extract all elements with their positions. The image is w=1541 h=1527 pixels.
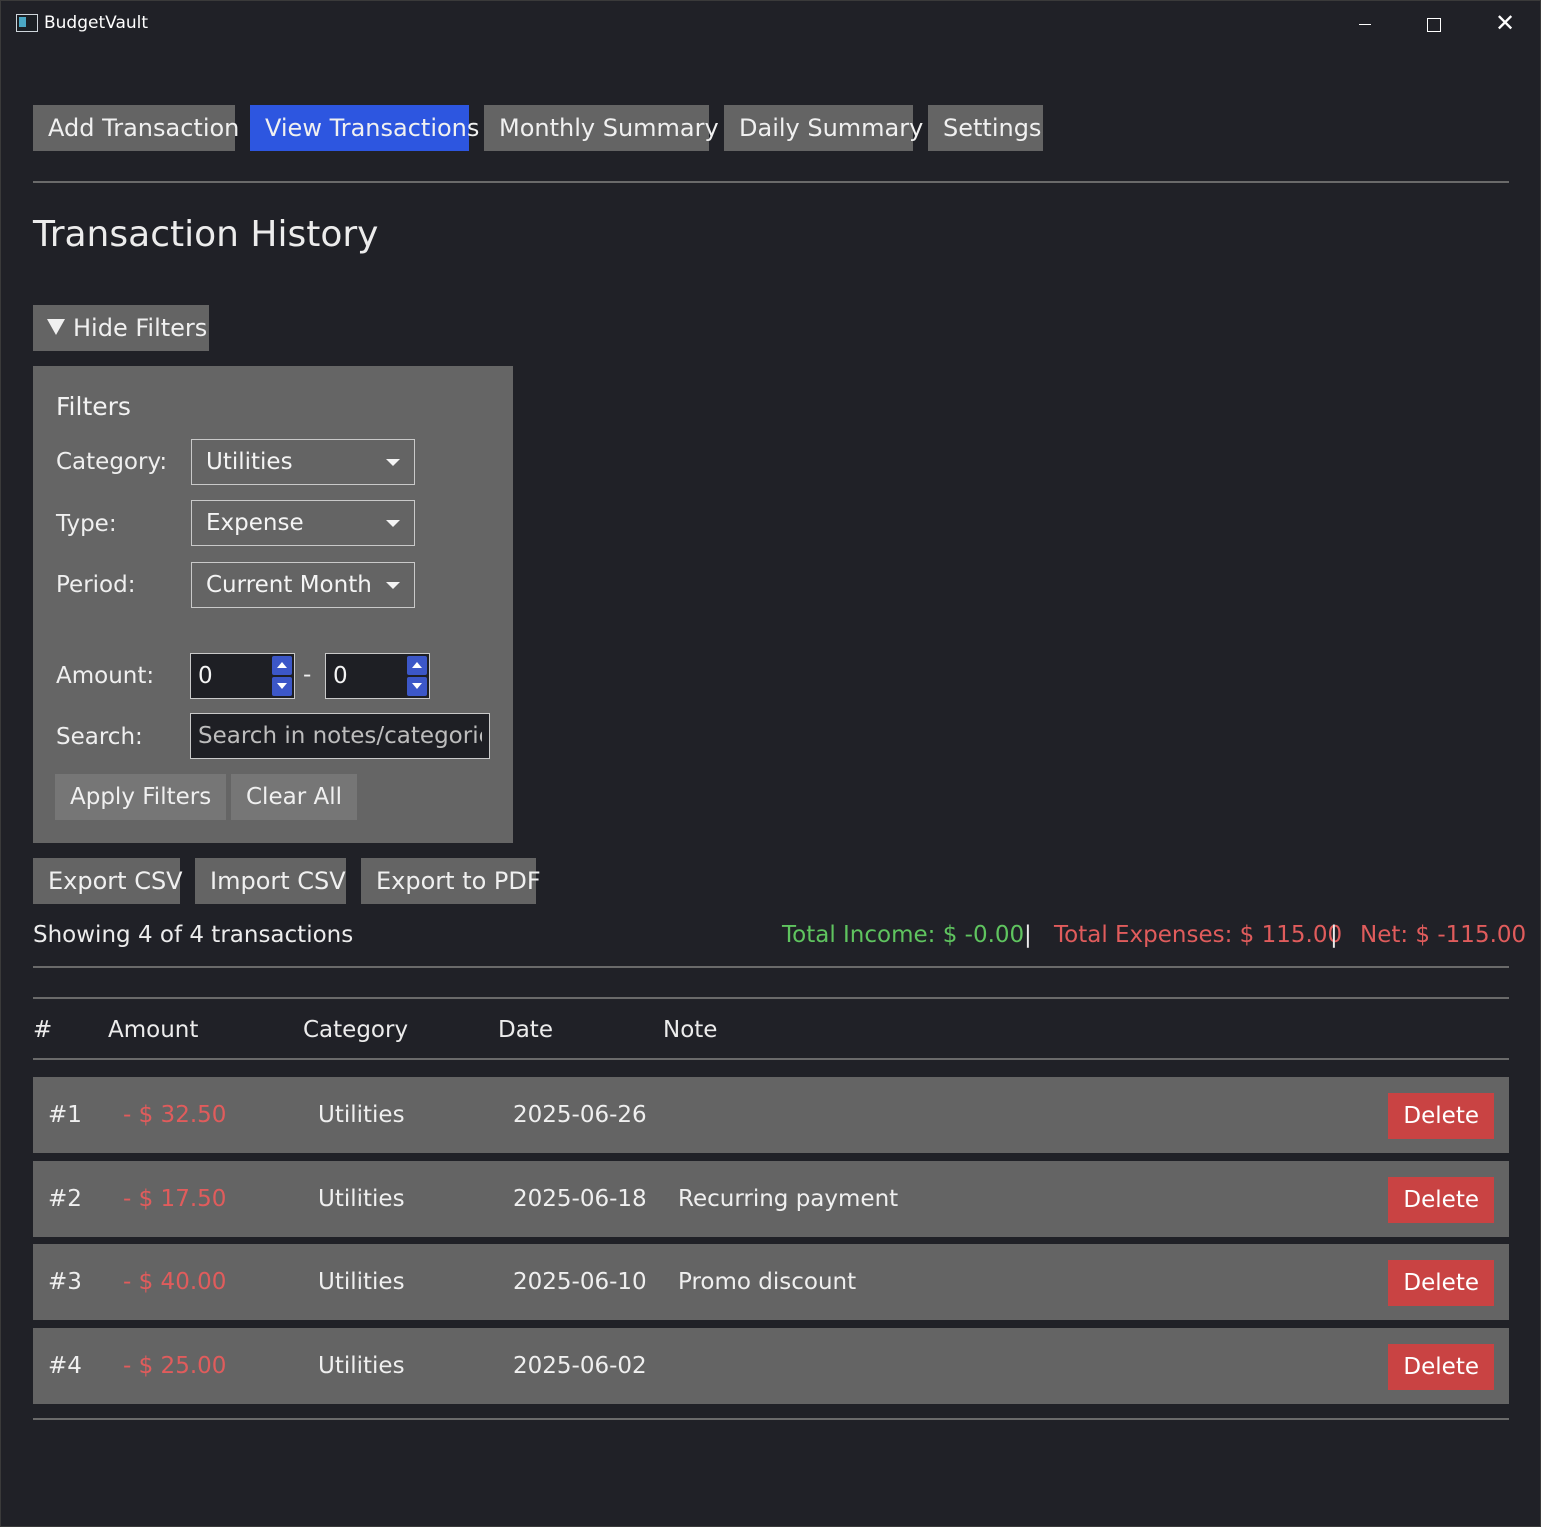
total-income: Total Income: $ -0.00 <box>782 922 1025 948</box>
apply-filters-button[interactable]: Apply Filters <box>55 774 227 820</box>
category-label: Category: <box>56 449 168 475</box>
column-header-note: Note <box>663 1017 718 1043</box>
row-note: Recurring payment <box>678 1186 899 1212</box>
summary-separator: | <box>1330 922 1338 948</box>
amount-max-spinbox[interactable]: 0 <box>325 653 430 699</box>
row-id: #2 <box>48 1186 82 1212</box>
clear-all-button[interactable]: Clear All <box>231 774 357 820</box>
import-csv-button[interactable]: Import CSV <box>195 858 346 904</box>
export-csv-button[interactable]: Export CSV <box>33 858 183 904</box>
row-amount: - $ 25.00 <box>123 1353 227 1379</box>
row-amount: - $ 40.00 <box>123 1269 227 1295</box>
nav-divider <box>33 181 1509 183</box>
table-top-divider <box>33 997 1509 999</box>
window-title: BudgetVault <box>44 13 149 33</box>
table-row: #4 - $ 25.00 Utilities 2025-06-02 Delete <box>33 1328 1509 1404</box>
decrement-arrow-icon[interactable] <box>407 677 427 696</box>
amount-min-spinbox[interactable]: 0 <box>190 653 295 699</box>
table-row: #3 - $ 40.00 Utilities 2025-06-10 Promo … <box>33 1244 1509 1320</box>
row-id: #3 <box>48 1269 82 1295</box>
table-row: #2 - $ 17.50 Utilities 2025-06-18 Recurr… <box>33 1161 1509 1237</box>
title-bar: BudgetVault ✕ <box>1 1 1540 45</box>
row-category: Utilities <box>318 1269 405 1295</box>
table-row: #1 - $ 32.50 Utilities 2025-06-26 Delete <box>33 1077 1509 1153</box>
amount-label: Amount: <box>56 663 155 689</box>
decrement-arrow-icon[interactable] <box>272 677 292 696</box>
tab-monthly-summary[interactable]: Monthly Summary <box>484 105 719 151</box>
tab-daily-summary[interactable]: Daily Summary <box>724 105 923 151</box>
row-category: Utilities <box>318 1353 405 1379</box>
period-value: Current Month <box>206 572 372 598</box>
chevron-down-icon <box>386 520 400 527</box>
delete-button[interactable]: Delete <box>1388 1344 1494 1390</box>
showing-count: Showing 4 of 4 transactions <box>33 922 354 948</box>
tab-view-transactions[interactable]: View Transactions <box>250 105 479 151</box>
amount-min-value: 0 <box>198 663 213 689</box>
delete-button[interactable]: Delete <box>1388 1177 1494 1223</box>
row-category: Utilities <box>318 1102 405 1128</box>
increment-arrow-icon[interactable] <box>407 656 427 675</box>
delete-button[interactable]: Delete <box>1388 1093 1494 1139</box>
page-title: Transaction History <box>33 214 379 255</box>
amount-separator: - <box>303 662 312 688</box>
table-header-divider <box>33 1058 1509 1060</box>
category-value: Utilities <box>206 449 293 475</box>
period-select[interactable]: Current Month <box>191 562 415 608</box>
tab-settings[interactable]: Settings <box>928 105 1043 151</box>
total-expenses: Total Expenses: $ 115.00 <box>1054 922 1343 948</box>
row-date: 2025-06-18 <box>513 1186 647 1212</box>
row-category: Utilities <box>318 1186 405 1212</box>
net-total: Net: $ -115.00 <box>1360 922 1527 948</box>
type-value: Expense <box>206 510 304 536</box>
maximize-icon <box>1427 17 1441 32</box>
chevron-down-icon <box>386 459 400 466</box>
row-date: 2025-06-26 <box>513 1102 647 1128</box>
minimize-button[interactable] <box>1345 9 1385 37</box>
increment-arrow-icon[interactable] <box>272 656 292 675</box>
search-input[interactable] <box>190 713 490 759</box>
filters-heading: Filters <box>56 392 131 421</box>
row-date: 2025-06-10 <box>513 1269 647 1295</box>
chevron-down-icon <box>386 582 400 589</box>
app-icon <box>16 14 38 32</box>
triangle-down-icon <box>47 319 65 335</box>
column-header-date: Date <box>498 1017 553 1043</box>
row-note: Promo discount <box>678 1269 857 1295</box>
summary-divider <box>33 966 1509 968</box>
row-id: #1 <box>48 1102 82 1128</box>
row-amount: - $ 17.50 <box>123 1186 227 1212</box>
type-select[interactable]: Expense <box>191 500 415 546</box>
close-button[interactable]: ✕ <box>1485 9 1525 37</box>
minimize-icon <box>1359 24 1371 25</box>
category-select[interactable]: Utilities <box>191 439 415 485</box>
column-header-amount: Amount <box>108 1017 199 1043</box>
amount-max-value: 0 <box>333 663 348 689</box>
column-header-id: # <box>33 1017 53 1043</box>
period-label: Period: <box>56 572 136 598</box>
row-id: #4 <box>48 1353 82 1379</box>
type-label: Type: <box>56 511 117 537</box>
delete-button[interactable]: Delete <box>1388 1260 1494 1306</box>
table-bottom-divider <box>33 1418 1509 1420</box>
close-icon: ✕ <box>1494 9 1516 37</box>
column-header-category: Category <box>303 1017 409 1043</box>
summary-separator: | <box>1024 922 1032 948</box>
row-date: 2025-06-02 <box>513 1353 647 1379</box>
toggle-filters-label: Hide Filters <box>73 314 208 342</box>
row-amount: - $ 32.50 <box>123 1102 227 1128</box>
tab-add-transaction[interactable]: Add Transaction <box>33 105 239 151</box>
toggle-filters-button[interactable]: Hide Filters <box>33 305 209 351</box>
search-label: Search: <box>56 724 143 750</box>
maximize-button[interactable] <box>1414 9 1454 37</box>
export-pdf-button[interactable]: Export to PDF <box>361 858 541 904</box>
filter-panel: Filters Category: Utilities Type: Expens… <box>33 366 513 843</box>
